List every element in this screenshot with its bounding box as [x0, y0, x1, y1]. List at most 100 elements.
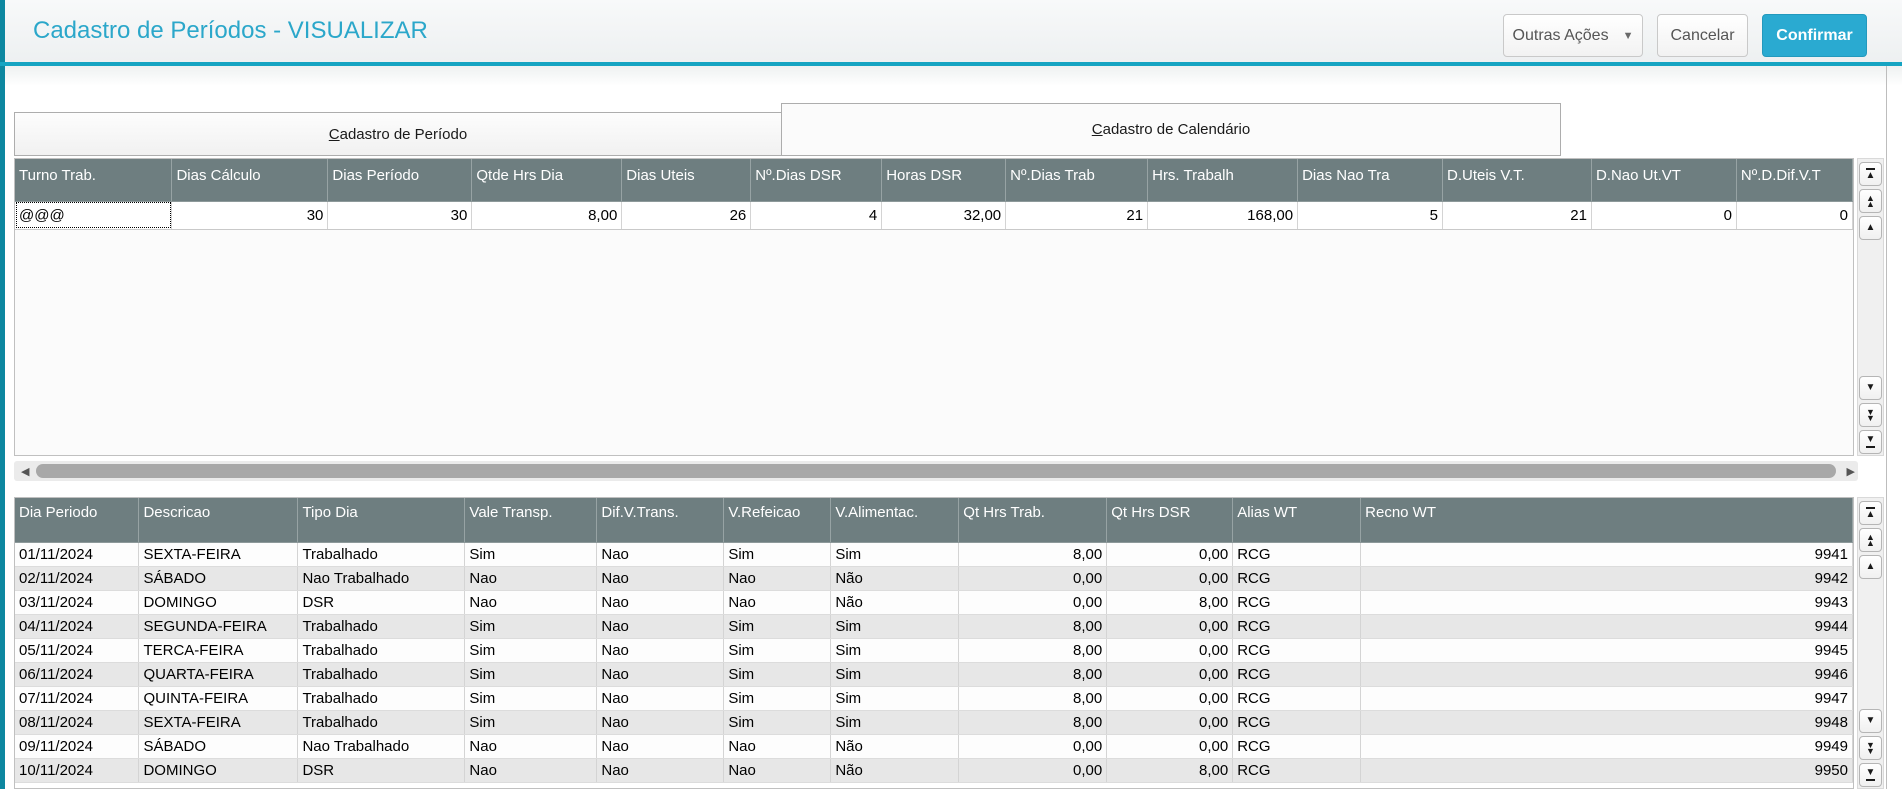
- grid-cell[interactable]: DSR: [297, 758, 466, 783]
- grid-cell[interactable]: Nao: [596, 566, 725, 591]
- grid-cell[interactable]: Nao Trabalhado: [297, 734, 466, 759]
- scroll-page-down-button[interactable]: ▼ ▼: [1859, 736, 1882, 760]
- grid-cell[interactable]: 30: [327, 201, 473, 230]
- grid-cell[interactable]: Nao: [464, 566, 598, 591]
- grid-cell[interactable]: 0: [1591, 201, 1737, 230]
- grid-cell[interactable]: Nao: [596, 542, 725, 567]
- grid-cell[interactable]: Sim: [464, 710, 598, 735]
- grid-cell[interactable]: Sim: [830, 662, 960, 687]
- grid-cell[interactable]: 09/11/2024: [15, 734, 140, 759]
- grid-cell[interactable]: 8,00: [958, 662, 1108, 687]
- grid-cell[interactable]: Nao: [596, 590, 725, 615]
- grid-cell[interactable]: Nao: [596, 710, 725, 735]
- grid-cell[interactable]: Sim: [723, 614, 832, 639]
- grid-cell[interactable]: 0,00: [958, 734, 1108, 759]
- grid-cell[interactable]: 9946: [1360, 662, 1853, 687]
- scroll-up-button[interactable]: ▲: [1859, 216, 1882, 240]
- grid-cell[interactable]: RCG: [1232, 614, 1362, 639]
- grid-cell[interactable]: 9943: [1360, 590, 1853, 615]
- grid-cell[interactable]: Nao: [596, 662, 725, 687]
- grid-cell[interactable]: Trabalhado: [297, 710, 466, 735]
- cancel-button[interactable]: Cancelar: [1657, 14, 1748, 57]
- grid-cell[interactable]: 02/11/2024: [15, 566, 140, 591]
- grid-cell[interactable]: 10/11/2024: [15, 758, 140, 783]
- grid-cell[interactable]: Nao Trabalhado: [297, 566, 466, 591]
- other-actions-button[interactable]: Outras Ações ▼: [1503, 14, 1643, 57]
- grid-cell[interactable]: Nao: [723, 734, 832, 759]
- grid-cell[interactable]: RCG: [1232, 542, 1362, 567]
- grid-cell[interactable]: RCG: [1232, 758, 1362, 783]
- grid-cell[interactable]: Sim: [723, 542, 832, 567]
- grid-cell[interactable]: 0,00: [958, 590, 1108, 615]
- scroll-to-top-button[interactable]: ▲: [1859, 501, 1882, 525]
- grid-cell[interactable]: 01/11/2024: [15, 542, 140, 567]
- grid-cell[interactable]: 32,00: [881, 201, 1007, 230]
- grid-cell[interactable]: QUARTA-FEIRA: [138, 662, 299, 687]
- grid-cell[interactable]: 0,00: [958, 758, 1108, 783]
- grid-cell[interactable]: 06/11/2024: [15, 662, 140, 687]
- grid-cell[interactable]: Nao: [723, 566, 832, 591]
- grid-cell[interactable]: 5: [1297, 201, 1443, 230]
- grid-cell[interactable]: Trabalhado: [297, 662, 466, 687]
- grid-cell[interactable]: 05/11/2024: [15, 638, 140, 663]
- grid-cell[interactable]: 0,00: [1106, 614, 1234, 639]
- grid-cell[interactable]: 9950: [1360, 758, 1853, 783]
- scroll-up-button[interactable]: ▲: [1859, 555, 1882, 579]
- grid-cell[interactable]: Não: [830, 734, 960, 759]
- scroll-page-up-button[interactable]: ▲ ▲: [1859, 528, 1882, 552]
- grid-cell[interactable]: Sim: [464, 614, 598, 639]
- grid-cell[interactable]: 21: [1442, 201, 1592, 230]
- grid-cell[interactable]: Sim: [830, 542, 960, 567]
- grid-cell[interactable]: Trabalhado: [297, 686, 466, 711]
- grid-cell[interactable]: 9948: [1360, 710, 1853, 735]
- grid-cell[interactable]: 07/11/2024: [15, 686, 140, 711]
- grid-cell[interactable]: Nao: [464, 734, 598, 759]
- grid-cell[interactable]: Sim: [723, 710, 832, 735]
- grid-cell[interactable]: RCG: [1232, 662, 1362, 687]
- grid-cell[interactable]: 03/11/2024: [15, 590, 140, 615]
- grid-cell[interactable]: Sim: [830, 710, 960, 735]
- grid-cell[interactable]: Sim: [723, 638, 832, 663]
- grid-cell[interactable]: RCG: [1232, 590, 1362, 615]
- grid-cell[interactable]: Trabalhado: [297, 638, 466, 663]
- grid-cell[interactable]: 0,00: [1106, 734, 1234, 759]
- grid-cell[interactable]: 9944: [1360, 614, 1853, 639]
- grid-cell[interactable]: SÁBADO: [138, 734, 299, 759]
- grid-cell[interactable]: 8,00: [1106, 758, 1234, 783]
- tab-cadastro-de-periodo[interactable]: Cadastro de Período: [14, 112, 782, 156]
- grid-cell[interactable]: 08/11/2024: [15, 710, 140, 735]
- grid-cell[interactable]: 0,00: [1106, 542, 1234, 567]
- grid-cell[interactable]: 0,00: [1106, 566, 1234, 591]
- grid-cell[interactable]: 8,00: [958, 686, 1108, 711]
- grid-cell[interactable]: 21: [1005, 201, 1149, 230]
- grid-cell[interactable]: RCG: [1232, 566, 1362, 591]
- grid-cell[interactable]: 9949: [1360, 734, 1853, 759]
- grid-cell[interactable]: Sim: [830, 686, 960, 711]
- grid-cell[interactable]: RCG: [1232, 734, 1362, 759]
- period-grid-hscrollbar[interactable]: ◀ ▶: [14, 461, 1858, 481]
- grid-cell[interactable]: DSR: [297, 590, 466, 615]
- grid-cell[interactable]: Sim: [464, 638, 598, 663]
- grid-cell[interactable]: Sim: [464, 542, 598, 567]
- grid-cell[interactable]: QUINTA-FEIRA: [138, 686, 299, 711]
- grid-cell[interactable]: 8,00: [958, 614, 1108, 639]
- period-grid-vscrollbar[interactable]: ▲ ▲ ▲ ▲ ▼ ▼ ▼ ▼: [1857, 158, 1884, 456]
- grid-cell[interactable]: SEXTA-FEIRA: [138, 542, 299, 567]
- grid-cell[interactable]: SEGUNDA-FEIRA: [138, 614, 299, 639]
- calendar-grid-vscrollbar[interactable]: ▲ ▲ ▲ ▲ ▼ ▼ ▼ ▼: [1857, 497, 1884, 789]
- grid-cell[interactable]: 0,00: [1106, 638, 1234, 663]
- tab-cadastro-de-calendario[interactable]: Cadastro de Calendário: [781, 103, 1561, 156]
- grid-cell[interactable]: 8,00: [958, 710, 1108, 735]
- grid-cell[interactable]: 0,00: [1106, 686, 1234, 711]
- grid-cell[interactable]: Nao: [464, 758, 598, 783]
- hscroll-thumb[interactable]: [36, 464, 1836, 478]
- grid-cell[interactable]: 8,00: [1106, 590, 1234, 615]
- grid-cell[interactable]: Não: [830, 566, 960, 591]
- grid-cell[interactable]: Sim: [464, 686, 598, 711]
- grid-cell[interactable]: RCG: [1232, 686, 1362, 711]
- grid-cell[interactable]: Nao: [596, 734, 725, 759]
- grid-cell[interactable]: 4: [750, 201, 883, 230]
- grid-cell[interactable]: Trabalhado: [297, 542, 466, 567]
- grid-cell[interactable]: Não: [830, 590, 960, 615]
- scroll-page-down-button[interactable]: ▼ ▼: [1859, 403, 1882, 427]
